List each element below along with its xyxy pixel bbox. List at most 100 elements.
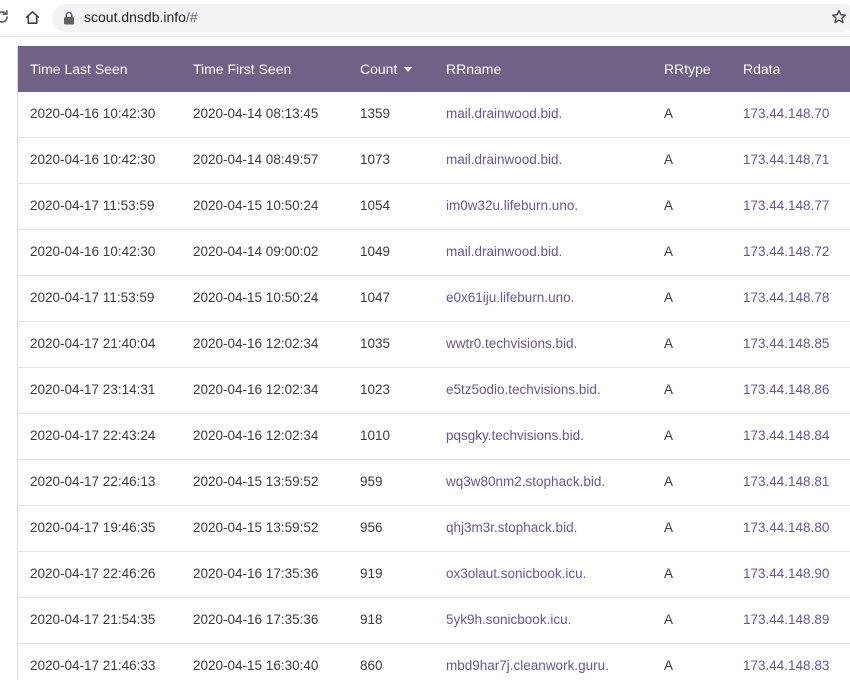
table-body: 2020-04-16 10:42:30 2020-04-14 08:13:45 … xyxy=(18,92,850,680)
cell-count: 1010 xyxy=(360,428,391,443)
url-domain: scout.dnsdb.info xyxy=(84,9,186,25)
cell-time-last-seen: 2020-04-17 22:46:13 xyxy=(30,474,156,489)
cell-count: 1035 xyxy=(360,336,391,351)
cell-rrname-link[interactable]: qhj3m3r.stophack.bid. xyxy=(446,520,577,535)
cell-rrname-link[interactable]: mail.drainwood.bid. xyxy=(446,152,562,167)
header-rdata[interactable]: Rdata xyxy=(743,61,780,77)
header-rrtype[interactable]: RRtype xyxy=(664,61,711,77)
cell-rrname-link[interactable]: im0w32u.lifeburn.uno. xyxy=(446,198,578,213)
address-bar[interactable]: scout.dnsdb.info/# xyxy=(52,4,850,32)
url-path: /# xyxy=(185,9,198,25)
table-row: 2020-04-17 11:53:59 2020-04-15 10:50:24 … xyxy=(18,184,850,230)
cell-rrname-link[interactable]: e5tz5odio.techvisions.bid. xyxy=(446,382,601,397)
cell-count: 1054 xyxy=(360,198,391,213)
cell-rrtype: A xyxy=(664,106,674,121)
cell-rrname-link[interactable]: pqsgky.techvisions.bid. xyxy=(446,428,584,443)
cell-count: 956 xyxy=(360,520,383,535)
cell-count: 959 xyxy=(360,474,383,489)
cell-count: 1049 xyxy=(360,244,391,259)
cell-rdata-link[interactable]: 173.44.148.90 xyxy=(743,566,829,581)
cell-time-last-seen: 2020-04-17 11:53:59 xyxy=(30,290,155,305)
bookmark-star-icon[interactable] xyxy=(831,9,847,25)
cell-time-first-seen: 2020-04-14 08:13:45 xyxy=(193,106,319,121)
cell-rdata-link[interactable]: 173.44.148.85 xyxy=(743,336,829,351)
cell-rrtype: A xyxy=(664,198,674,213)
header-count[interactable]: Count xyxy=(360,61,413,77)
cell-rrtype: A xyxy=(664,474,674,489)
cell-rdata-link[interactable]: 173.44.148.72 xyxy=(743,244,829,259)
cell-rdata-link[interactable]: 173.44.148.71 xyxy=(743,152,829,167)
cell-rrname-link[interactable]: mail.drainwood.bid. xyxy=(446,106,562,121)
cell-rrname-link[interactable]: 5yk9h.sonicbook.icu. xyxy=(446,612,571,627)
cell-time-first-seen: 2020-04-14 08:49:57 xyxy=(193,152,319,167)
cell-count: 919 xyxy=(360,566,383,581)
cell-rrname-link[interactable]: e0x61iju.lifeburn.uno. xyxy=(446,290,574,305)
cell-time-first-seen: 2020-04-16 12:02:34 xyxy=(193,336,319,351)
cell-time-first-seen: 2020-04-16 17:35:36 xyxy=(193,566,319,581)
header-time-last-seen[interactable]: Time Last Seen xyxy=(30,61,128,77)
cell-rrname-link[interactable]: wwtr0.techvisions.bid. xyxy=(446,336,577,351)
table-row: 2020-04-17 23:14:31 2020-04-16 12:02:34 … xyxy=(18,368,850,414)
cell-count: 1359 xyxy=(360,106,391,121)
results-table: Time Last Seen Time First Seen Count RRn… xyxy=(17,46,850,680)
cell-rrtype: A xyxy=(664,382,674,397)
cell-count: 918 xyxy=(360,612,383,627)
cell-rdata-link[interactable]: 173.44.148.80 xyxy=(743,520,829,535)
cell-time-first-seen: 2020-04-15 10:50:24 xyxy=(193,198,319,213)
cell-rrname-link[interactable]: ox3olaut.sonicbook.icu. xyxy=(446,566,586,581)
table-row: 2020-04-17 21:54:35 2020-04-16 17:35:36 … xyxy=(18,598,850,644)
table-row: 2020-04-17 22:46:13 2020-04-15 13:59:52 … xyxy=(18,460,850,506)
cell-rdata-link[interactable]: 173.44.148.70 xyxy=(743,106,829,121)
cell-time-last-seen: 2020-04-17 19:46:35 xyxy=(30,520,156,535)
cell-rrtype: A xyxy=(664,290,674,305)
url-text[interactable]: scout.dnsdb.info/# xyxy=(84,9,198,25)
cell-rrname-link[interactable]: wq3w80nm2.stophack.bid. xyxy=(446,474,605,489)
cell-time-last-seen: 2020-04-17 11:53:59 xyxy=(30,198,155,213)
table-row: 2020-04-17 19:46:35 2020-04-15 13:59:52 … xyxy=(18,506,850,552)
header-count-label: Count xyxy=(360,61,398,77)
cell-rrtype: A xyxy=(664,428,674,443)
cell-count: 1047 xyxy=(360,290,391,305)
cell-count: 1073 xyxy=(360,152,391,167)
table-row: 2020-04-17 22:46:26 2020-04-16 17:35:36 … xyxy=(18,552,850,598)
cell-time-first-seen: 2020-04-15 10:50:24 xyxy=(193,290,319,305)
cell-time-last-seen: 2020-04-17 21:54:35 xyxy=(30,612,156,627)
cell-time-last-seen: 2020-04-16 10:42:30 xyxy=(30,106,156,121)
table-row: 2020-04-17 21:40:04 2020-04-16 12:02:34 … xyxy=(18,322,850,368)
cell-time-first-seen: 2020-04-15 13:59:52 xyxy=(193,520,319,535)
table-row: 2020-04-17 11:53:59 2020-04-15 10:50:24 … xyxy=(18,276,850,322)
cell-rdata-link[interactable]: 173.44.148.78 xyxy=(743,290,829,305)
cell-time-last-seen: 2020-04-17 22:43:24 xyxy=(30,428,156,443)
cell-time-last-seen: 2020-04-17 22:46:26 xyxy=(30,566,156,581)
cell-rrtype: A xyxy=(664,658,674,673)
cell-rrname-link[interactable]: mail.drainwood.bid. xyxy=(446,244,562,259)
cell-rrtype: A xyxy=(664,152,674,167)
cell-rrtype: A xyxy=(664,244,674,259)
cell-rdata-link[interactable]: 173.44.148.86 xyxy=(743,382,829,397)
header-time-first-seen[interactable]: Time First Seen xyxy=(193,61,291,77)
sort-descending-icon[interactable] xyxy=(404,67,413,72)
cell-rdata-link[interactable]: 173.44.148.83 xyxy=(743,658,829,673)
table-row: 2020-04-16 10:42:30 2020-04-14 08:49:57 … xyxy=(18,138,850,184)
table-row: 2020-04-16 10:42:30 2020-04-14 08:13:45 … xyxy=(18,92,850,138)
cell-rdata-link[interactable]: 173.44.148.84 xyxy=(743,428,829,443)
cell-rdata-link[interactable]: 173.44.148.89 xyxy=(743,612,829,627)
cell-time-last-seen: 2020-04-17 21:46:33 xyxy=(30,658,156,673)
cell-time-last-seen: 2020-04-17 23:14:31 xyxy=(30,382,156,397)
cell-rrtype: A xyxy=(664,566,674,581)
reload-icon[interactable] xyxy=(0,9,10,25)
cell-rdata-link[interactable]: 173.44.148.81 xyxy=(743,474,829,489)
cell-rdata-link[interactable]: 173.44.148.77 xyxy=(743,198,829,213)
home-icon[interactable] xyxy=(24,9,41,26)
cell-time-first-seen: 2020-04-16 17:35:36 xyxy=(193,612,319,627)
cell-time-last-seen: 2020-04-17 21:40:04 xyxy=(30,336,156,351)
header-rrname[interactable]: RRname xyxy=(446,61,501,77)
table-row: 2020-04-16 10:42:30 2020-04-14 09:00:02 … xyxy=(18,230,850,276)
cell-time-last-seen: 2020-04-16 10:42:30 xyxy=(30,152,156,167)
cell-time-first-seen: 2020-04-15 16:30:40 xyxy=(193,658,319,673)
cell-count: 860 xyxy=(360,658,383,673)
lock-icon[interactable] xyxy=(63,11,75,25)
table-header: Time Last Seen Time First Seen Count RRn… xyxy=(18,46,850,92)
table-row: 2020-04-17 22:43:24 2020-04-16 12:02:34 … xyxy=(18,414,850,460)
cell-rrname-link[interactable]: mbd9har7j.cleanwork.guru. xyxy=(446,658,609,673)
